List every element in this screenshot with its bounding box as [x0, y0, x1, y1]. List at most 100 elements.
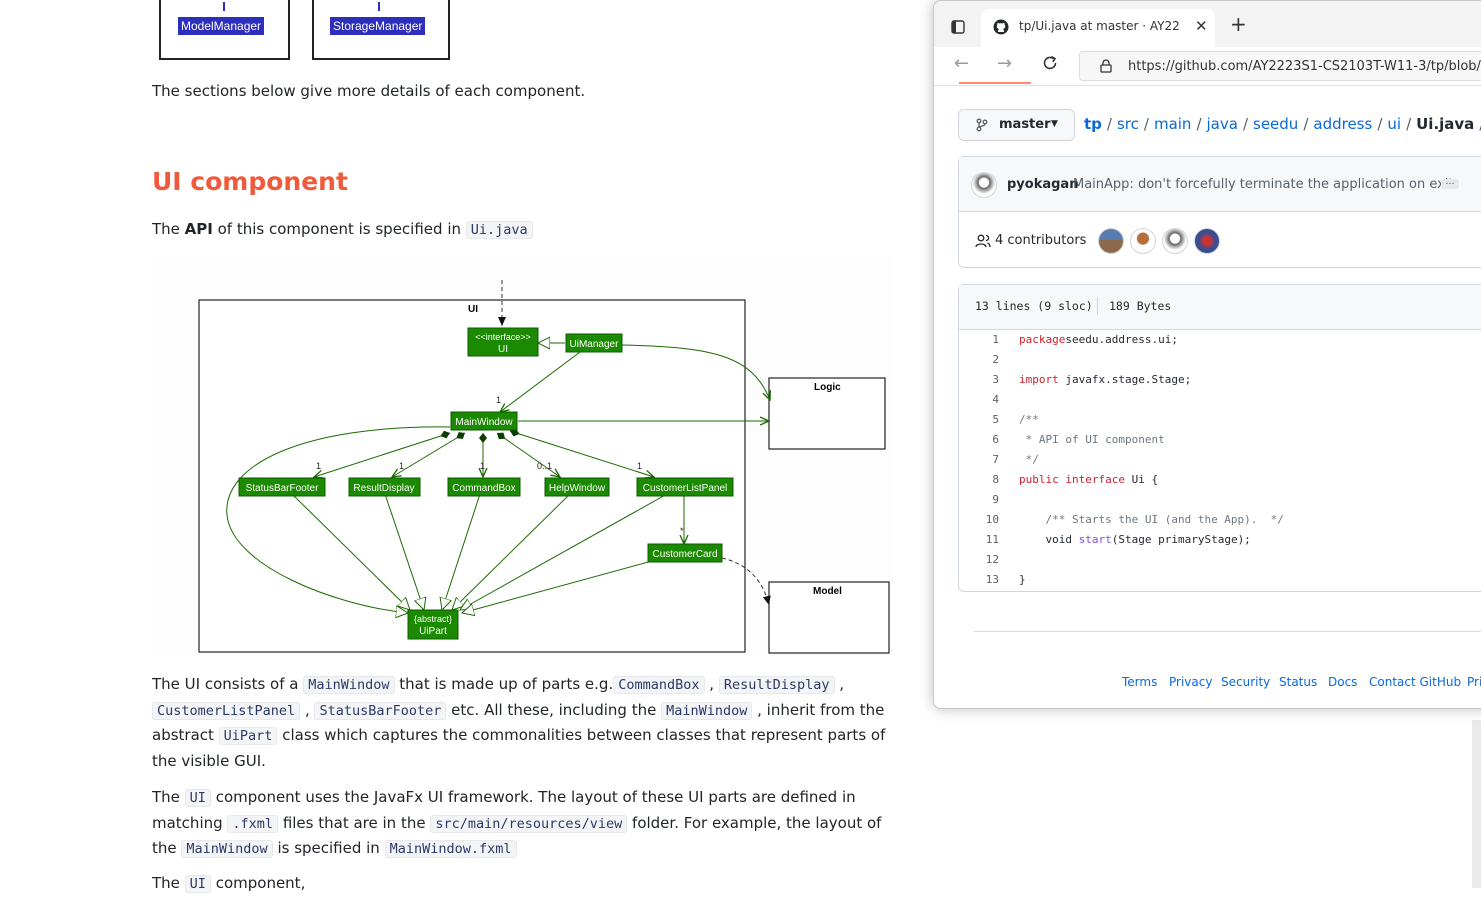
- line-number[interactable]: 10: [959, 510, 999, 530]
- line-content: * API of UI component: [1019, 433, 1165, 446]
- line-number[interactable]: 5: [959, 410, 999, 430]
- refresh-icon[interactable]: [1041, 54, 1059, 72]
- line-content: */: [1019, 453, 1039, 466]
- ui-java-link[interactable]: Ui.java: [465, 221, 533, 239]
- crumb-ui[interactable]: ui: [1387, 115, 1401, 133]
- line-content: }: [1019, 573, 1026, 586]
- crumb-address[interactable]: address: [1313, 115, 1372, 133]
- logic-package-label: Logic: [814, 382, 841, 393]
- line-content: packageseedu.address.ui;: [1019, 333, 1178, 346]
- page-scrollbar[interactable]: [1472, 720, 1481, 888]
- svg-text:1: 1: [316, 461, 321, 471]
- mainwindow-link[interactable]: MainWindow: [181, 840, 273, 859]
- code-line: 1 packageseedu.address.ui;: [959, 330, 1481, 350]
- code-line: 4: [959, 390, 1481, 410]
- branch-selector-button[interactable]: master ▼: [958, 109, 1075, 141]
- crumb-main[interactable]: main: [1154, 115, 1191, 133]
- new-tab-icon[interactable]: +: [1230, 12, 1247, 36]
- footer-pricing-link[interactable]: Pri: [1467, 675, 1481, 689]
- line-number[interactable]: 9: [959, 490, 999, 510]
- author-avatar[interactable]: [971, 172, 997, 198]
- footer-divider: [974, 631, 1481, 632]
- commit-ellipsis-button[interactable]: …: [1441, 178, 1459, 189]
- line-number[interactable]: 2: [959, 350, 999, 370]
- contributor-avatar-1[interactable]: [1098, 228, 1124, 254]
- model-manager-box: ModelManager: [159, 0, 290, 60]
- code-line: 3 import javafx.stage.Stage;: [959, 370, 1481, 390]
- file-line-count: 13 lines (9 sloc): [975, 299, 1093, 313]
- branch-name: master: [999, 117, 1051, 132]
- url-text: https://github.com/AY2223S1-CS2103T-W11-…: [1128, 59, 1481, 74]
- github-file-view: master ▼ tp / src / main / java / seedu / address /…: [934, 85, 1481, 708]
- line-number[interactable]: 6: [959, 430, 999, 450]
- resultdisplay-class: ResultDisplay: [353, 483, 414, 494]
- code-line: 10 /** Starts the UI (and the App). */: [959, 510, 1481, 530]
- footer-terms-link[interactable]: Terms: [1122, 675, 1157, 689]
- line-content: /** Starts the UI (and the App). */: [1045, 513, 1284, 526]
- ui-component-paragraph: The UI component,: [152, 874, 306, 893]
- customercard-class: CustomerCard: [652, 549, 717, 560]
- footer-contact-link[interactable]: Contact GitHub: [1369, 675, 1461, 689]
- code-area: 1 packageseedu.address.ui; 2 3 import javafx…: [959, 330, 1481, 592]
- github-icon: [993, 19, 1009, 35]
- browser-tab[interactable]: tp/Ui.java at master · AY2223S1- ✕: [981, 9, 1215, 47]
- helpwindow-class: HelpWindow: [549, 483, 606, 494]
- contributor-avatar-3[interactable]: [1162, 228, 1188, 254]
- code-line: 8 public interface Ui {: [959, 470, 1481, 490]
- footer-status-link[interactable]: Status: [1279, 675, 1317, 689]
- crumb-java[interactable]: java: [1207, 115, 1238, 133]
- line-number[interactable]: 3: [959, 370, 999, 390]
- code-line: 12: [959, 550, 1481, 570]
- line-content: /**: [1019, 413, 1039, 426]
- line-number[interactable]: 11: [959, 530, 999, 550]
- crumb-tp[interactable]: tp: [1084, 115, 1102, 133]
- forward-icon[interactable]: →: [997, 53, 1012, 74]
- footer-privacy-link[interactable]: Privacy: [1169, 675, 1212, 689]
- line-number[interactable]: 4: [959, 390, 999, 410]
- model-package-label: Model: [813, 586, 842, 597]
- people-icon: [975, 234, 991, 248]
- tab-bar: tp/Ui.java at master · AY2223S1- ✕ +: [934, 1, 1481, 47]
- ui-class-diagram: UI Logic Model 1 1 1 1 0..1 1 * <<interf…: [152, 255, 892, 657]
- line-number[interactable]: 8: [959, 470, 999, 490]
- browser-window: tp/Ui.java at master · AY2223S1- ✕ + ← →…: [933, 0, 1481, 709]
- line-number[interactable]: 1: [959, 330, 999, 350]
- commit-author-link[interactable]: pyokagan: [1007, 177, 1078, 192]
- tab-actions-icon[interactable]: [951, 20, 965, 34]
- code-line: 5 /**: [959, 410, 1481, 430]
- crumb-current-file: Ui.java: [1416, 115, 1475, 133]
- address-bar: ← → https://github.com/AY2223S1-CS2103T-…: [934, 47, 1481, 86]
- crumb-src[interactable]: src: [1117, 115, 1139, 133]
- contributor-avatar-2[interactable]: [1130, 228, 1156, 254]
- footer-security-link[interactable]: Security: [1221, 675, 1270, 689]
- close-tab-icon[interactable]: ✕: [1195, 17, 1208, 35]
- ui-interface-name: UI: [498, 344, 508, 355]
- svg-text:0..1: 0..1: [537, 461, 552, 471]
- footer-docs-link[interactable]: Docs: [1328, 675, 1357, 689]
- latest-commit-box: pyokagan MainApp: don't forcefully termi…: [958, 156, 1481, 268]
- customerlistpanel-class: CustomerListPanel: [643, 483, 727, 494]
- ui-interface-stereotype: <<interface>>: [475, 332, 531, 342]
- contributors-count[interactable]: 4 contributors: [995, 233, 1086, 248]
- line-number[interactable]: 12: [959, 550, 999, 570]
- storage-manager-label: StorageManager: [330, 17, 426, 35]
- commit-message-link[interactable]: MainApp: don't forcefully terminate the …: [1073, 177, 1454, 192]
- code-line: 13}: [959, 570, 1481, 590]
- line-number[interactable]: 13: [959, 570, 999, 590]
- contributor-avatar-4[interactable]: [1194, 228, 1220, 254]
- mainwindow-fxml-link[interactable]: MainWindow.fxml: [384, 840, 517, 859]
- svg-text:1: 1: [399, 461, 404, 471]
- mainwindow-class: MainWindow: [455, 417, 513, 428]
- lock-icon: [1100, 59, 1112, 73]
- statusbarfooter-class: StatusBarFooter: [246, 483, 319, 494]
- file-content-box: 13 lines (9 sloc) 189 Bytes 1 packageseed…: [958, 284, 1481, 592]
- git-branch-icon: [976, 118, 988, 132]
- line-number[interactable]: 7: [959, 450, 999, 470]
- file-info-header: 13 lines (9 sloc) 189 Bytes: [959, 285, 1481, 330]
- storage-manager-box: StorageManager: [312, 0, 450, 60]
- ui-description-paragraph: The UI consists of a MainWindow that is …: [152, 675, 886, 770]
- documentation-page: ModelManager StorageManager The sections…: [0, 0, 933, 893]
- back-icon[interactable]: ←: [954, 53, 969, 74]
- crumb-seedu[interactable]: seedu: [1253, 115, 1298, 133]
- url-field[interactable]: https://github.com/AY2223S1-CS2103T-W11-…: [1079, 51, 1481, 81]
